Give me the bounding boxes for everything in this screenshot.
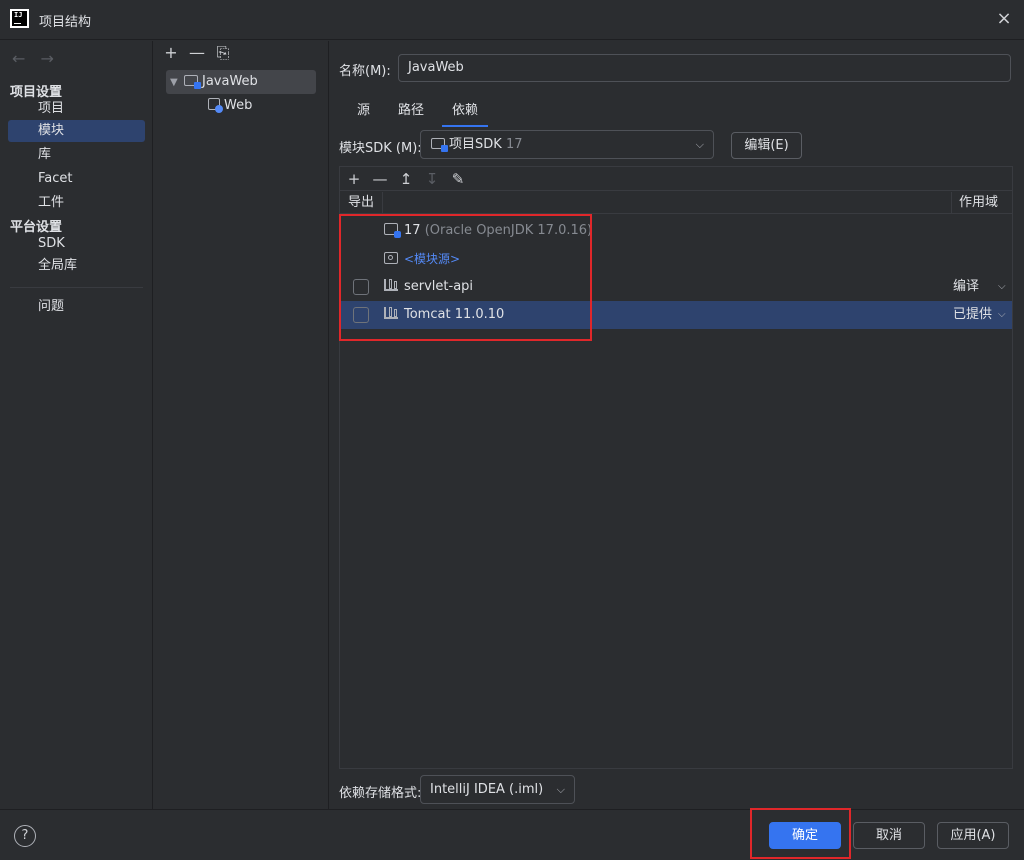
edit-sdk-button[interactable]: 编辑(E): [731, 132, 802, 159]
table-header: 导出 作用域: [340, 192, 1012, 214]
copy-icon[interactable]: ⎘: [214, 43, 232, 65]
move-down-icon[interactable]: ↧: [422, 167, 442, 190]
nav-arrows: ← →: [12, 49, 64, 68]
library-icon: [384, 307, 398, 319]
module-tree-pane: + — ⎘ ▼ JavaWeb Web: [154, 41, 329, 809]
nav-item-sdk[interactable]: SDK: [8, 233, 145, 255]
tree-node-web[interactable]: Web: [208, 94, 252, 118]
remove-icon[interactable]: —: [188, 43, 206, 65]
chevron-down-icon: ⌵: [998, 309, 1006, 320]
add-icon[interactable]: +: [344, 167, 364, 190]
facet-label: Web: [224, 98, 253, 113]
module-tabs: 源 路径 依赖: [347, 101, 496, 127]
table-row[interactable]: <模块源>: [340, 245, 1012, 273]
module-label: JavaWeb: [202, 74, 258, 89]
module-sdk-label: 模块SDK (M):: [339, 141, 422, 156]
tree-toolbar: + — ⎘: [162, 43, 232, 65]
edit-icon[interactable]: ✎: [448, 167, 468, 190]
close-icon[interactable]: ×: [994, 9, 1014, 29]
sdk-version: 17: [505, 137, 523, 152]
chevron-down-icon[interactable]: ▼: [170, 71, 184, 95]
column-divider: [382, 192, 383, 214]
nav-item-facets[interactable]: Facet: [8, 168, 145, 190]
chevron-down-icon: ⌵: [695, 138, 704, 151]
nav-item-global-libraries[interactable]: 全局库: [8, 255, 145, 277]
cancel-button[interactable]: 取消: [853, 822, 925, 849]
table-row[interactable]: Tomcat 11.0.10 已提供 ⌵: [340, 301, 1012, 329]
table-row[interactable]: 17 (Oracle OpenJDK 17.0.16): [340, 217, 1012, 245]
scope-value: 已提供: [953, 307, 993, 322]
dependency-label: <模块源>: [404, 252, 461, 266]
add-icon[interactable]: +: [162, 43, 180, 65]
module-name-input[interactable]: JavaWeb: [398, 54, 1011, 82]
nav-item-project[interactable]: 项目: [8, 98, 145, 120]
sdk-folder-icon: [384, 223, 401, 238]
scope-value: 编译: [953, 279, 980, 294]
scope-select[interactable]: 编译 ⌵: [953, 273, 1006, 301]
help-icon[interactable]: ?: [14, 825, 36, 847]
dependency-name: <模块源>: [384, 245, 460, 274]
dependency-label: 17: [404, 223, 421, 238]
export-checkbox[interactable]: [353, 279, 369, 295]
storage-format-value: IntelliJ IDEA (.iml): [430, 782, 544, 797]
sdk-folder-icon: [431, 138, 448, 152]
tree-node-javaweb[interactable]: ▼ JavaWeb: [166, 70, 316, 94]
chevron-down-icon: ⌵: [556, 783, 565, 796]
chevron-down-icon: ⌵: [998, 281, 1006, 292]
title-bar: IJ 项目结构 ×: [0, 0, 1024, 40]
sdk-value: 项目SDK: [449, 137, 502, 152]
tab-sources[interactable]: 源: [347, 101, 380, 127]
module-sdk-select[interactable]: 项目SDK 17 ⌵: [420, 130, 714, 159]
column-divider: [951, 192, 952, 214]
storage-format-label: 依赖存储格式:: [339, 786, 422, 801]
dialog-footer: ? 确定 取消 应用(A): [0, 809, 1024, 860]
dependency-label: Tomcat 11.0.10: [404, 307, 505, 322]
ok-button[interactable]: 确定: [769, 822, 841, 849]
module-folder-icon: [184, 75, 201, 89]
column-header-export[interactable]: 导出: [348, 192, 374, 214]
nav-item-modules[interactable]: 模块: [8, 120, 145, 142]
storage-format-select[interactable]: IntelliJ IDEA (.iml) ⌵: [420, 775, 575, 804]
move-up-icon[interactable]: ↥: [396, 167, 416, 190]
dependency-name: 17 (Oracle OpenJDK 17.0.16): [384, 217, 592, 245]
dependencies-toolbar: + — ↥ ↧ ✎: [340, 167, 1012, 191]
forward-icon[interactable]: →: [41, 49, 54, 68]
settings-nav: ← → 项目设置 项目 模块 库 Facet 工件 平台设置 SDK 全局库 问…: [0, 41, 153, 809]
remove-icon[interactable]: —: [370, 167, 390, 190]
dependency-label: servlet-api: [404, 279, 474, 294]
export-checkbox[interactable]: [353, 307, 369, 323]
dependency-name: servlet-api: [384, 273, 473, 301]
apply-button[interactable]: 应用(A): [937, 822, 1009, 849]
nav-item-libraries[interactable]: 库: [8, 144, 145, 166]
scope-select[interactable]: 已提供 ⌵: [953, 301, 1006, 329]
dependencies-table: + — ↥ ↧ ✎ 导出 作用域 17 (Oracle OpenJDK 17.0…: [339, 166, 1013, 769]
dependency-name: Tomcat 11.0.10: [384, 301, 504, 329]
table-row[interactable]: servlet-api 编译 ⌵: [340, 273, 1012, 301]
intellij-logo-icon: IJ: [10, 9, 29, 28]
nav-divider: [10, 287, 143, 288]
web-facet-icon: [208, 98, 223, 113]
source-folder-icon: [384, 252, 398, 264]
back-icon[interactable]: ←: [12, 49, 25, 68]
name-label: 名称(M):: [339, 64, 391, 79]
nav-item-problems[interactable]: 问题: [8, 296, 145, 318]
module-details-pane: 名称(M): JavaWeb 源 路径 依赖 模块SDK (M): 项目SDK …: [330, 41, 1024, 809]
library-icon: [384, 279, 398, 291]
nav-item-artifacts[interactable]: 工件: [8, 192, 145, 214]
dependency-detail: (Oracle OpenJDK 17.0.16): [424, 223, 593, 238]
tab-dependencies[interactable]: 依赖: [442, 101, 489, 127]
column-header-scope[interactable]: 作用域: [959, 192, 998, 214]
tab-paths[interactable]: 路径: [388, 101, 434, 127]
window-title: 项目结构: [39, 15, 92, 30]
